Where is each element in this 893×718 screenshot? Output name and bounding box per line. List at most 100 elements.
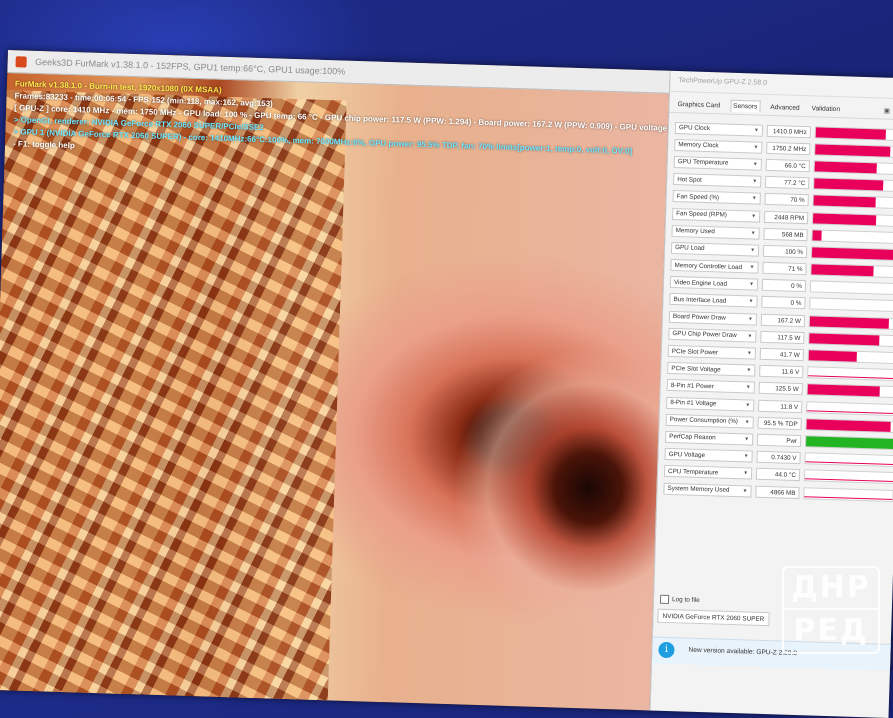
chevron-down-icon: ▼ bbox=[745, 419, 750, 425]
sensor-label: Video Engine Load bbox=[674, 279, 727, 288]
tab-sensors[interactable]: Sensors bbox=[730, 100, 761, 113]
sensor-graph bbox=[810, 281, 893, 296]
info-icon: i bbox=[658, 642, 674, 658]
sensor-label-dropdown[interactable]: CPU Temperature▼ bbox=[664, 465, 752, 480]
sensor-graph bbox=[814, 143, 893, 158]
sensor-label: GPU Chip Power Draw bbox=[672, 330, 737, 339]
sensor-graph-fill bbox=[806, 436, 893, 449]
sensor-value: 41.7 W bbox=[760, 348, 804, 361]
sensor-graph bbox=[804, 452, 893, 467]
sensor-label-dropdown[interactable]: PCIe Slot Voltage▼ bbox=[667, 362, 755, 377]
sensor-graph bbox=[809, 298, 893, 313]
gpuz-toolbar-icons: ▣ ↻ bbox=[884, 107, 893, 116]
sensor-value: 2448 RPM bbox=[764, 210, 808, 223]
tab-advanced[interactable]: Advanced bbox=[768, 101, 802, 113]
chevron-down-icon: ▼ bbox=[748, 299, 753, 305]
sensor-label: Fan Speed (RPM) bbox=[676, 210, 727, 219]
furmark-tunnel-render-overlay bbox=[0, 90, 347, 700]
chevron-down-icon: ▼ bbox=[754, 127, 759, 133]
sensor-graph-fill bbox=[805, 479, 893, 483]
sensor-graph-fill bbox=[805, 461, 893, 465]
tab-validation[interactable]: Validation bbox=[809, 103, 842, 115]
sensor-graph-fill bbox=[812, 230, 821, 240]
sensor-value: 44.0 °C bbox=[756, 468, 800, 481]
sensor-graph bbox=[814, 160, 893, 175]
tab-graphics-card[interactable]: Graphics Card bbox=[675, 99, 722, 111]
sensor-graph-fill bbox=[809, 333, 880, 345]
sensor-label: Board Power Draw bbox=[673, 313, 726, 322]
sensor-label-dropdown[interactable]: Power Consumption (%)▼ bbox=[666, 414, 754, 429]
sensor-graph-fill bbox=[812, 247, 893, 260]
sensor-label-dropdown[interactable]: GPU Chip Power Draw ▼ bbox=[668, 328, 756, 343]
sensor-graph-fill bbox=[807, 410, 893, 414]
sensor-graph bbox=[808, 332, 893, 347]
sensor-label: GPU Temperature bbox=[678, 159, 729, 168]
sensor-graph bbox=[812, 195, 893, 210]
chevron-down-icon: ▼ bbox=[753, 161, 758, 167]
sensor-graph-fill bbox=[804, 496, 892, 500]
sensor-value: 95.5 % TDP bbox=[757, 417, 801, 430]
sensor-label-dropdown[interactable]: Fan Speed (RPM) ▼ bbox=[672, 207, 760, 222]
camera-icon[interactable]: ▣ bbox=[884, 107, 890, 115]
sensor-value: 568 MB bbox=[763, 228, 807, 241]
sensor-graph bbox=[811, 246, 893, 261]
gpu-select-dropdown[interactable]: NVIDIA GeForce RTX 2060 SUPER bbox=[657, 609, 769, 627]
chevron-down-icon: ▼ bbox=[744, 453, 749, 459]
chevron-down-icon: ▼ bbox=[748, 316, 753, 322]
sensor-graph bbox=[805, 418, 893, 433]
sensor-label-dropdown[interactable]: GPU Voltage▼ bbox=[664, 448, 752, 463]
sensor-graph bbox=[815, 126, 893, 141]
sensor-graph-fill bbox=[810, 316, 889, 328]
sensor-graph-fill bbox=[808, 385, 880, 397]
sensor-label-dropdown[interactable]: Video Engine Load▼ bbox=[670, 276, 758, 291]
sensor-value: 71 % bbox=[762, 262, 806, 275]
sensor-label: Bus Interface Load bbox=[673, 296, 726, 305]
sensor-label-dropdown[interactable]: Board Power Draw ▼ bbox=[669, 311, 757, 326]
chevron-down-icon: ▼ bbox=[752, 196, 757, 202]
sensor-label: PCIe Slot Power bbox=[672, 348, 718, 356]
sensor-label-dropdown[interactable]: 8-Pin #1 Voltage▼ bbox=[666, 396, 754, 411]
sensor-list: GPU Clock ▼ 1410.0 MHz Memory Clock▼ 1750.2 … bbox=[657, 113, 893, 504]
sensor-value: 77.2 °C bbox=[765, 176, 809, 189]
sensor-value: 11.6 V bbox=[759, 365, 803, 378]
sensor-label-dropdown[interactable]: GPU Temperature ▼ bbox=[674, 156, 762, 171]
sensor-value: 1750.2 MHz bbox=[766, 142, 810, 155]
chevron-down-icon: ▼ bbox=[750, 247, 755, 253]
sensor-label: Hot Spot bbox=[677, 176, 702, 184]
sensor-value: 1410.0 MHz bbox=[767, 124, 811, 137]
chevron-down-icon: ▼ bbox=[752, 179, 757, 185]
sensor-label-dropdown[interactable]: Memory Controller Load▼ bbox=[670, 259, 758, 274]
sensor-graph bbox=[804, 470, 893, 485]
sensor-graph-fill bbox=[815, 144, 890, 156]
sensor-graph-fill bbox=[808, 376, 893, 380]
sensor-label: Memory Controller Load bbox=[674, 262, 742, 271]
log-to-file-option[interactable]: Log to file bbox=[660, 595, 700, 605]
log-to-file-checkbox[interactable] bbox=[660, 595, 669, 604]
sensor-graph-fill bbox=[811, 264, 874, 276]
chevron-down-icon: ▼ bbox=[751, 213, 756, 219]
sensor-label-dropdown[interactable]: PerfCap Reason▼ bbox=[665, 431, 753, 446]
sensor-label-dropdown[interactable]: PCIe Slot Power▼ bbox=[668, 345, 756, 360]
sensor-label-dropdown[interactable]: Memory Clock▼ bbox=[674, 139, 762, 154]
sensor-graph bbox=[811, 229, 893, 244]
sensor-label-dropdown[interactable]: GPU Load▼ bbox=[671, 242, 759, 257]
watermark-line-1: ДНР bbox=[784, 568, 878, 610]
sensor-label-dropdown[interactable]: Bus Interface Load ▼ bbox=[669, 293, 757, 308]
chevron-down-icon: ▼ bbox=[746, 368, 751, 374]
sensor-graph-fill bbox=[816, 127, 887, 139]
sensor-label: GPU Clock bbox=[679, 124, 710, 132]
chevron-down-icon: ▼ bbox=[744, 436, 749, 442]
sensor-graph bbox=[810, 263, 893, 278]
sensor-label-dropdown[interactable]: Hot Spot ▼ bbox=[673, 173, 761, 188]
sensor-label-dropdown[interactable]: Memory Used▼ bbox=[671, 225, 759, 240]
sensor-value: 70 % bbox=[764, 193, 808, 206]
chevron-down-icon: ▼ bbox=[747, 333, 752, 339]
sensor-graph bbox=[806, 401, 893, 416]
sensor-label-dropdown[interactable]: 8-Pin #1 Power▼ bbox=[667, 379, 755, 394]
monitor-screen: Geeks3D FurMark v1.38.1.0 - 152FPS, GPU1… bbox=[0, 50, 893, 718]
sensor-label-dropdown[interactable]: System Memory Used▼ bbox=[663, 482, 751, 497]
sensor-label-dropdown[interactable]: Fan Speed (%)▼ bbox=[673, 190, 761, 205]
sensor-graph bbox=[807, 366, 893, 381]
sensor-graph-fill bbox=[813, 213, 877, 225]
sensor-label-dropdown[interactable]: GPU Clock ▼ bbox=[675, 122, 763, 137]
